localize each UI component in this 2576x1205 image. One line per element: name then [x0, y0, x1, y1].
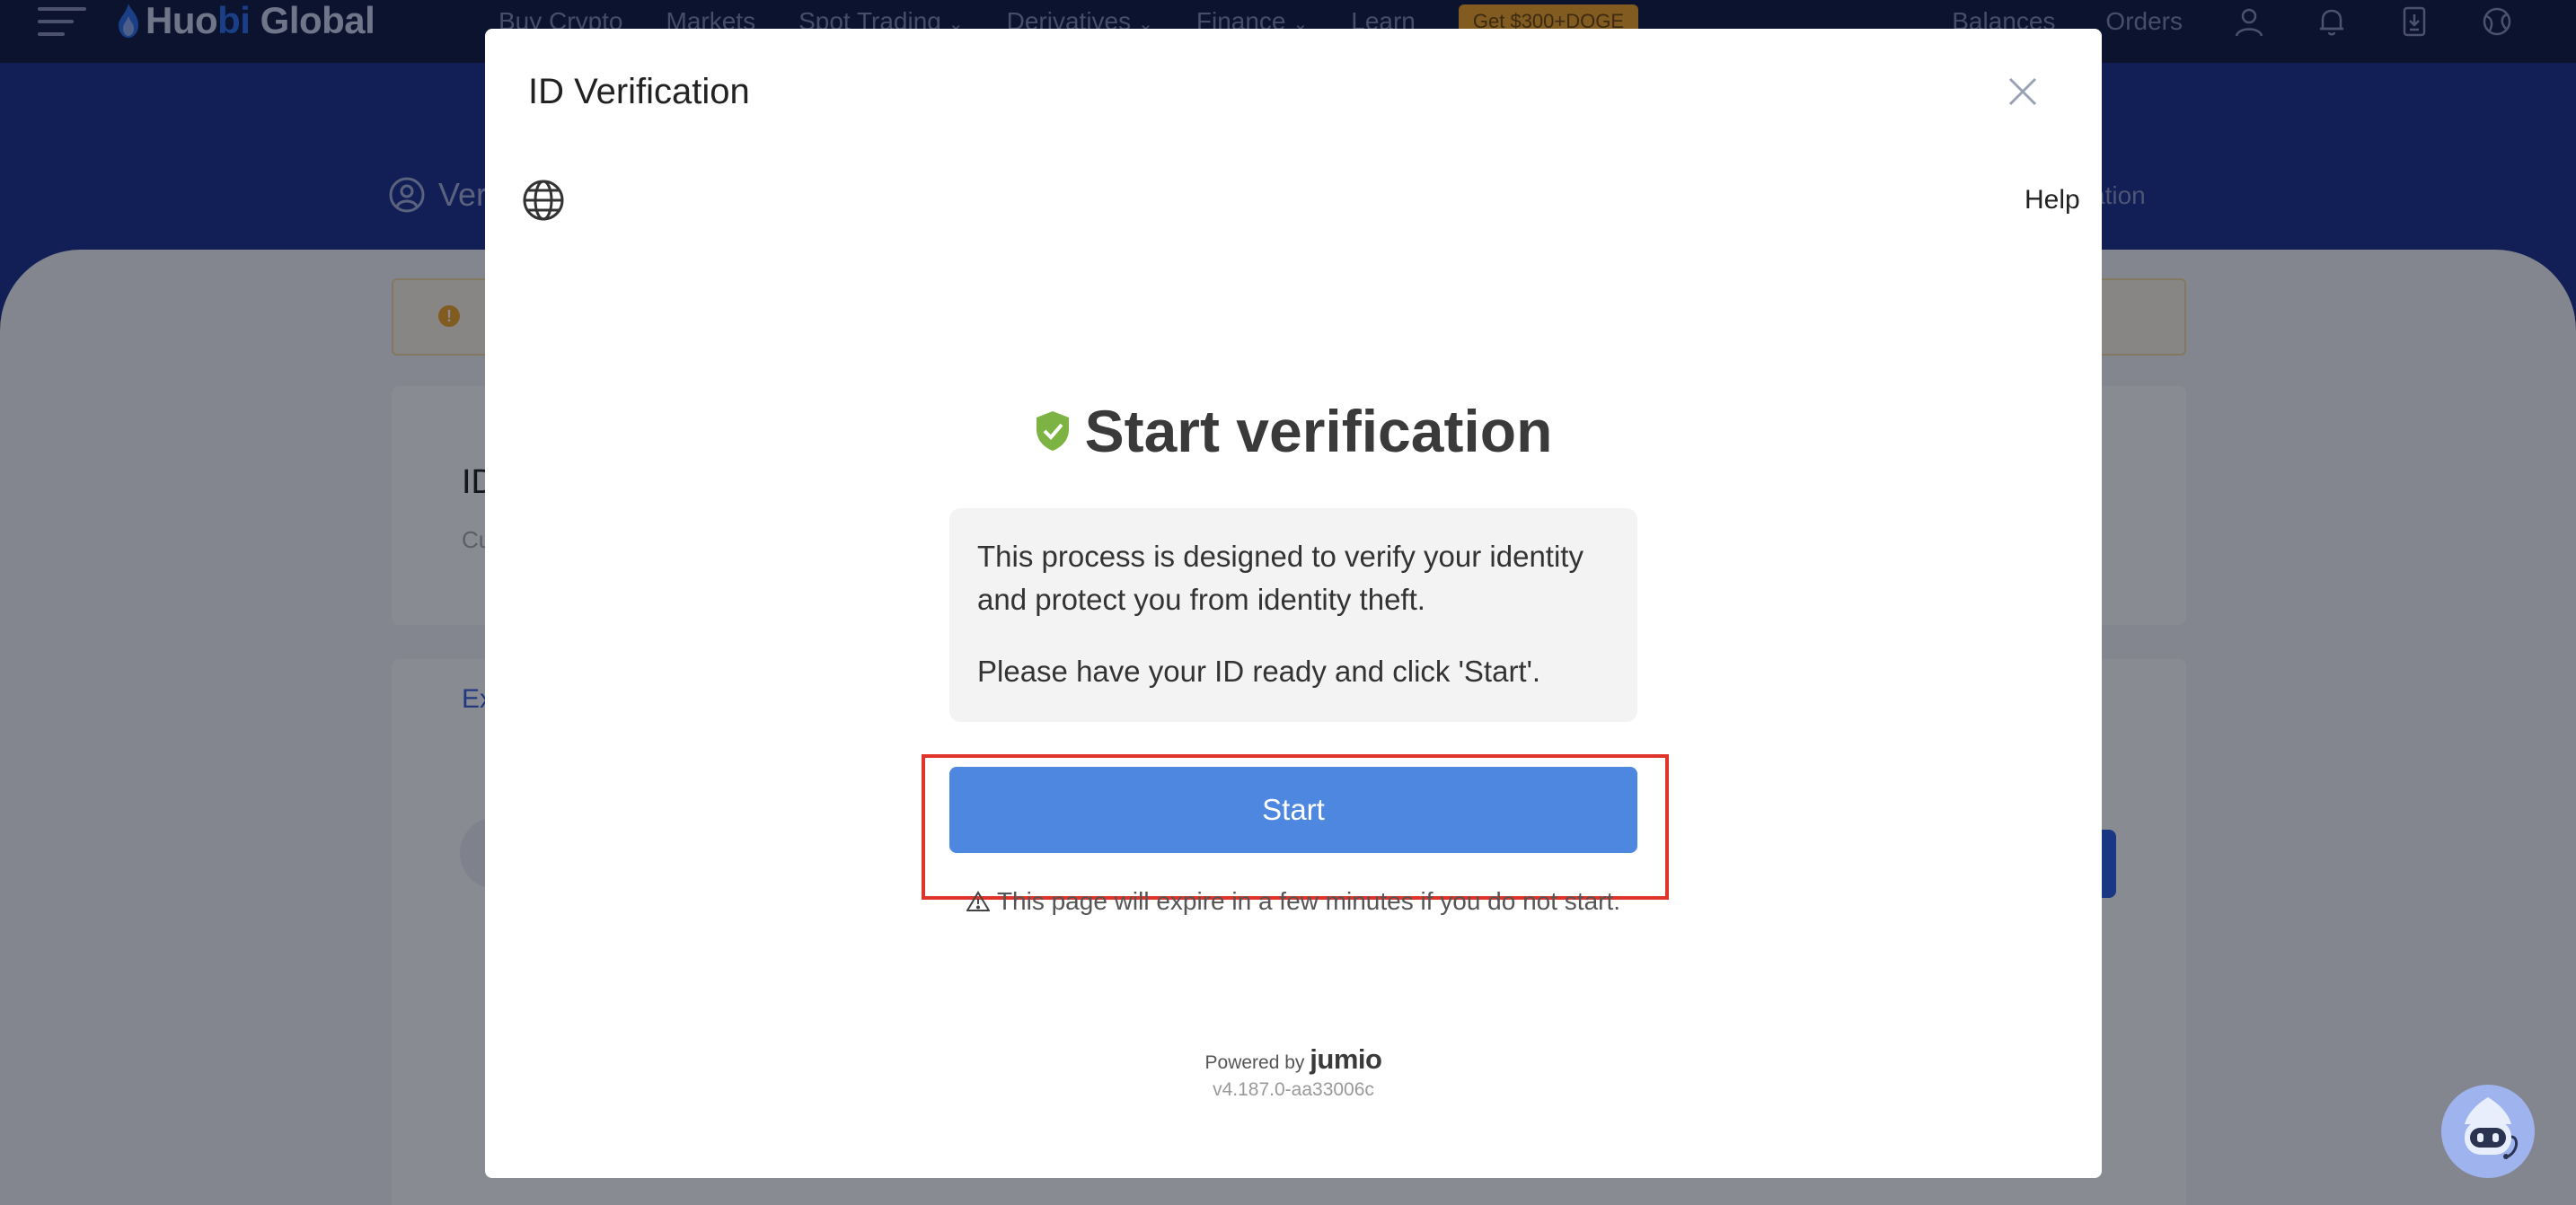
help-link[interactable]: Help	[2025, 185, 2080, 215]
heading-text: Start verification	[1084, 398, 1553, 464]
close-icon[interactable]	[2003, 72, 2042, 111]
powered-by: Powered by jumio	[485, 1043, 2102, 1076]
warning-triangle-icon	[966, 891, 990, 911]
info-paragraph-1: This process is designed to verify your …	[977, 540, 1584, 616]
info-box: This process is designed to verify your …	[949, 508, 1637, 722]
expire-text: This page will expire in a few minutes i…	[996, 887, 1621, 915]
jumio-logo: jumio	[1310, 1043, 1382, 1075]
powered-by-label: Powered by	[1204, 1052, 1305, 1073]
shield-check-icon	[1036, 411, 1069, 451]
version-label: v4.187.0-aa33006c	[1213, 1079, 1374, 1100]
start-button[interactable]: Start	[949, 767, 1637, 853]
robot-icon	[2465, 1097, 2518, 1159]
id-verification-modal: ID Verification Help Start verification …	[485, 29, 2102, 1178]
start-verification-heading: Start verification	[485, 395, 2102, 467]
expire-notice: This page will expire in a few minutes i…	[485, 887, 2102, 916]
info-paragraph-2: Please have your ID ready and click 'Sta…	[977, 655, 1541, 688]
modal-title: ID Verification	[528, 72, 750, 111]
globe-icon[interactable]	[521, 178, 566, 223]
chat-bot-button[interactable]	[2441, 1085, 2535, 1178]
